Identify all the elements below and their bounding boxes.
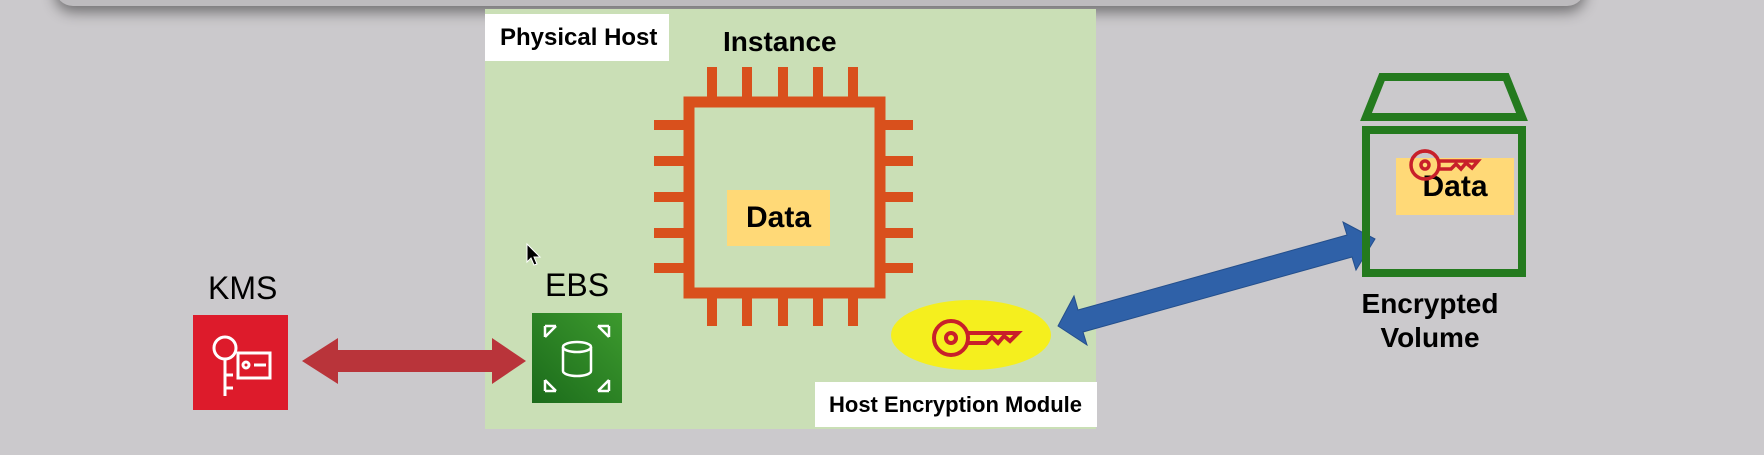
host-encryption-module-label: Host Encryption Module [815, 382, 1097, 427]
diagram-canvas: Physical Host Instance Data KMS EBS Host… [0, 0, 1764, 455]
slide-top-edge [55, 0, 1585, 6]
physical-host-label: Physical Host [485, 14, 669, 61]
kms-key-icon [193, 315, 288, 410]
instance-data-box: Data [727, 190, 830, 246]
instance-title: Instance [723, 26, 837, 57]
encrypted-volume-title: Encrypted Volume [1361, 288, 1499, 353]
kms-title: KMS [208, 270, 278, 306]
host-volume-arrow [1057, 220, 1376, 347]
ebs-title: EBS [545, 267, 610, 303]
volume-data-box: Data [1396, 158, 1514, 215]
